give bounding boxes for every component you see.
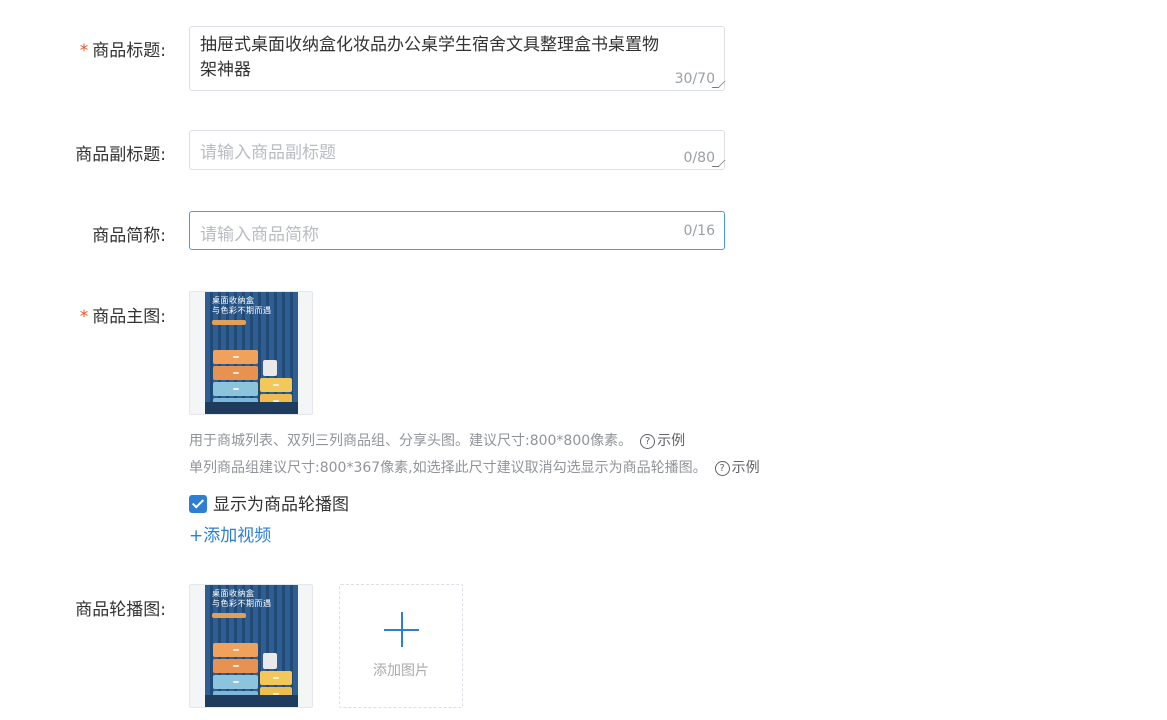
product-short-name-count: 0/16 [683,223,715,239]
product-short-name-placeholder: 请输入商品简称 [200,225,319,245]
pen-cup [263,360,277,376]
example-label: 示例 [657,433,686,449]
help-text: 用于商城列表、双列三列商品组、分享头图。建议尺寸:800*800像素。 [189,433,633,449]
drawer-blue-1 [213,382,258,396]
example-link[interactable]: ? 示例 [640,433,685,449]
label-text: 商品简称: [92,226,166,246]
drawer-orange-2 [213,366,258,380]
label-text: 商品副标题: [75,145,166,165]
carousel-image-thumbnail[interactable]: 桌面收纳盒 与色彩不期而遇 [189,584,313,708]
label-text: 商品标题: [92,41,166,61]
pen-cup [263,653,277,669]
drawer-orange-2 [213,659,258,673]
product-image: 桌面收纳盒 与色彩不期而遇 [205,292,298,414]
product-subtitle-label: 商品副标题: [75,140,166,165]
main-image-label: * 商品主图: [80,302,166,327]
product-title-value: 抽屉式桌面收纳盒化妆品办公桌学生宿舍文具整理盒书桌置物架神器 [200,35,659,80]
required-mark: * [79,307,89,327]
image-text-line2: 与色彩不期而遇 [212,306,272,315]
label-text: 商品主图: [92,307,166,327]
add-image-button[interactable]: 添加图片 [339,584,463,708]
shelf [205,402,298,414]
drawer-blue-1 [213,675,258,689]
image-tag [212,320,246,325]
question-circle-icon: ? [714,461,730,476]
product-short-name-input[interactable]: 请输入商品简称 0/16 [189,211,725,250]
question-circle-icon: ? [640,434,656,449]
main-image-help-line2: 单列商品组建议尺寸:800*367像素,如选择此尺寸建议取消勾选显示为商品轮播图… [189,457,760,477]
help-text: 单列商品组建议尺寸:800*367像素,如选择此尺寸建议取消勾选显示为商品轮播图… [189,460,707,476]
drawer-yellow-1 [260,671,292,685]
drawer-orange-1 [213,350,258,364]
add-image-label: 添加图片 [373,663,429,679]
example-label: 示例 [731,460,760,476]
drawer-yellow-1 [260,378,292,392]
carousel-checkbox[interactable] [189,495,207,513]
carousel-label: 商品轮播图: [75,595,166,620]
carousel-checkbox-label[interactable]: 显示为商品轮播图 [213,495,349,515]
shelf [205,695,298,707]
product-title-textarea[interactable]: 抽屉式桌面收纳盒化妆品办公桌学生宿舍文具整理盒书桌置物架神器 30/70 [189,26,726,91]
image-tag [212,613,246,618]
product-title-label: * 商品标题: [80,36,166,61]
product-short-name-label: 商品简称: [92,221,166,246]
carousel-checkbox-row[interactable]: 显示为商品轮播图 [189,490,349,515]
product-subtitle-textarea[interactable]: 请输入商品副标题 0/80 [189,130,726,170]
main-image-help-line1: 用于商城列表、双列三列商品组、分享头图。建议尺寸:800*800像素。? 示例 [189,430,685,450]
main-image-thumbnail[interactable]: 桌面收纳盒 与色彩不期而遇 [189,291,313,415]
drawer-orange-1 [213,643,258,657]
label-text: 商品轮播图: [75,600,166,620]
add-video-link[interactable]: +添加视频 [189,521,271,546]
example-link[interactable]: ? 示例 [714,460,760,476]
product-title-count: 30/70 [674,71,715,87]
image-text-line2: 与色彩不期而遇 [212,599,272,608]
product-image: 桌面收纳盒 与色彩不期而遇 [205,585,298,707]
required-mark: * [79,41,89,61]
product-subtitle-count: 0/80 [683,150,715,166]
product-subtitle-placeholder: 请输入商品副标题 [200,143,336,163]
